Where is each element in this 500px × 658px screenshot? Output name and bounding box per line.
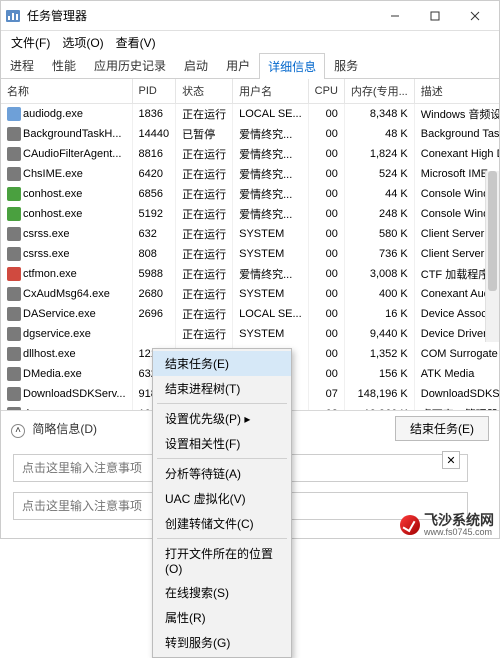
process-icon bbox=[7, 327, 21, 341]
col-status[interactable]: 状态 bbox=[176, 79, 233, 104]
table-row[interactable]: ctfmon.exe5988正在运行爱情终究...003,008 KCTF 加载… bbox=[1, 264, 499, 284]
menu-separator bbox=[157, 403, 287, 404]
tab-app-history[interactable]: 应用历史记录 bbox=[85, 52, 175, 78]
col-name[interactable]: 名称 bbox=[1, 79, 132, 104]
close-icon[interactable]: ✕ bbox=[442, 451, 460, 469]
tab-details[interactable]: 详细信息 bbox=[259, 53, 325, 79]
app-icon bbox=[5, 8, 21, 24]
table-row[interactable]: BackgroundTaskH...14440已暂停爱情终究...0048 KB… bbox=[1, 124, 499, 144]
maximize-button[interactable] bbox=[415, 2, 455, 30]
process-icon bbox=[7, 127, 21, 141]
table-row[interactable]: csrss.exe808正在运行SYSTEM00736 KClient Serv… bbox=[1, 244, 499, 264]
menu-options[interactable]: 选项(O) bbox=[56, 32, 109, 53]
tab-startup[interactable]: 启动 bbox=[175, 52, 217, 78]
col-cpu[interactable]: CPU bbox=[308, 79, 344, 104]
watermark-url: www.fs0745.com bbox=[424, 527, 494, 537]
context-menu-item[interactable]: 在线搜索(S) bbox=[153, 580, 291, 605]
table-row[interactable]: CxAudMsg64.exe2680正在运行SYSTEM00400 KConex… bbox=[1, 284, 499, 304]
col-desc[interactable]: 描述 bbox=[414, 79, 499, 104]
menu-file[interactable]: 文件(F) bbox=[5, 32, 56, 53]
vertical-scrollbar[interactable] bbox=[485, 171, 499, 342]
watermark: 飞沙系统网 www.fs0745.com bbox=[400, 513, 494, 537]
table-row[interactable]: CAudioFilterAgent...8816正在运行爱情终究...001,8… bbox=[1, 144, 499, 164]
tabs: 进程 性能 应用历史记录 启动 用户 详细信息 服务 bbox=[1, 53, 499, 79]
process-icon bbox=[7, 147, 21, 161]
context-menu-item[interactable]: 创建转储文件(C) bbox=[153, 511, 291, 536]
context-menu: 结束任务(E)结束进程树(T) 设置优先级(P) ▸设置相关性(F) 分析等待链(A… bbox=[152, 348, 292, 658]
chevron-up-icon: ˄ bbox=[11, 424, 25, 438]
brief-info-label: 简略信息(D) bbox=[32, 422, 97, 436]
tab-performance[interactable]: 性能 bbox=[43, 52, 85, 78]
process-icon bbox=[7, 407, 21, 410]
menu-view[interactable]: 查看(V) bbox=[110, 32, 162, 53]
tab-users[interactable]: 用户 bbox=[217, 52, 259, 78]
tab-processes[interactable]: 进程 bbox=[1, 52, 43, 78]
context-menu-item[interactable]: 设置优先级(P) ▸ bbox=[153, 406, 291, 431]
minimize-button[interactable] bbox=[375, 2, 415, 30]
table-row[interactable]: conhost.exe6856正在运行爱情终究...0044 KConsole … bbox=[1, 184, 499, 204]
process-icon bbox=[7, 367, 21, 381]
process-icon bbox=[7, 167, 21, 181]
col-user[interactable]: 用户名 bbox=[233, 79, 309, 104]
table-row[interactable]: audiodg.exe1836正在运行LOCAL SE...008,348 KW… bbox=[1, 104, 499, 125]
titlebar: 任务管理器 bbox=[1, 1, 499, 31]
context-menu-item[interactable]: 属性(R) bbox=[153, 605, 291, 630]
table-row[interactable]: csrss.exe632正在运行SYSTEM00580 KClient Serv… bbox=[1, 224, 499, 244]
context-menu-item[interactable]: 转到服务(G) bbox=[153, 630, 291, 655]
close-button[interactable] bbox=[455, 2, 495, 30]
window-title: 任务管理器 bbox=[27, 7, 375, 24]
process-icon bbox=[7, 247, 21, 261]
process-icon bbox=[7, 187, 21, 201]
col-pid[interactable]: PID bbox=[132, 79, 176, 104]
process-icon bbox=[7, 227, 21, 241]
table-row[interactable]: DAService.exe2696正在运行LOCAL SE...0016 KDe… bbox=[1, 304, 499, 324]
end-task-button[interactable]: 结束任务(E) bbox=[395, 416, 489, 441]
table-row[interactable]: ChsIME.exe6420正在运行爱情终究...00524 KMicrosof… bbox=[1, 164, 499, 184]
process-icon bbox=[7, 207, 21, 221]
watermark-title: 飞沙系统网 bbox=[424, 513, 494, 527]
col-mem[interactable]: 内存(专用... bbox=[344, 79, 414, 104]
context-menu-item[interactable]: 结束任务(E) bbox=[153, 351, 291, 376]
process-icon bbox=[7, 107, 21, 121]
context-menu-item[interactable]: 设置相关性(F) bbox=[153, 431, 291, 456]
tab-services[interactable]: 服务 bbox=[325, 52, 367, 78]
process-icon bbox=[7, 387, 21, 401]
table-row[interactable]: conhost.exe5192正在运行爱情终究...00248 KConsole… bbox=[1, 204, 499, 224]
menubar: 文件(F) 选项(O) 查看(V) bbox=[1, 31, 499, 53]
process-icon bbox=[7, 347, 21, 361]
scrollbar-thumb[interactable] bbox=[488, 171, 497, 291]
menu-separator bbox=[157, 458, 287, 459]
table-row[interactable]: dgservice.exe正在运行SYSTEM009,440 KDevice D… bbox=[1, 324, 499, 344]
context-menu-item[interactable]: 结束进程树(T) bbox=[153, 376, 291, 401]
context-menu-item[interactable]: 分析等待链(A) bbox=[153, 461, 291, 486]
process-icon bbox=[7, 287, 21, 301]
watermark-icon bbox=[400, 515, 420, 535]
context-menu-item[interactable]: 打开文件所在的位置(O) bbox=[153, 541, 291, 580]
process-icon bbox=[7, 307, 21, 321]
process-icon bbox=[7, 267, 21, 281]
context-menu-item[interactable]: UAC 虚拟化(V) bbox=[153, 486, 291, 511]
